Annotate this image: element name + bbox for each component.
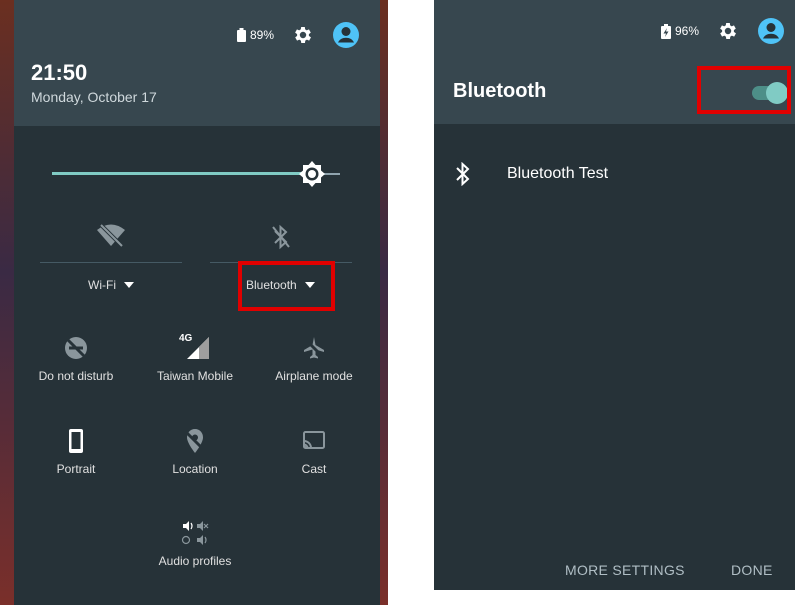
more-settings-button[interactable]: MORE SETTINGS [565,562,685,578]
status-row: 89% [236,0,380,70]
location-label: Location [172,462,218,476]
do-not-disturb-label: Do not disturb [38,369,114,383]
battery-icon [236,28,246,42]
quick-settings-panel: 89% 21:50 Monday, October 17 Wi-Fi Bluet… [14,0,380,605]
wifi-off-icon [97,223,125,248]
bluetooth-panel: 96% Bluetooth Bluetooth Test MORE SETTIN… [434,0,795,590]
status-row: 96% [660,0,795,62]
wifi-dropdown[interactable]: Wi-Fi [88,278,134,292]
chevron-down-icon [123,282,134,288]
gear-icon[interactable] [717,20,739,42]
bluetooth-title: Bluetooth [453,80,547,102]
cast-icon [303,431,325,449]
clock-time: 21:50 [31,60,88,85]
audio-profiles-tile[interactable]: Audio profiles [135,520,255,568]
wifi-tile[interactable] [51,222,171,248]
mobile-data-tile[interactable]: 4G Taiwan Mobile [135,333,255,383]
bluetooth-icon [456,162,470,186]
phone-portrait-icon [69,429,83,453]
audio-profiles-icon [181,521,209,545]
wifi-divider [40,262,182,263]
location-off-icon [183,429,207,453]
toggle-highlight-box [697,66,791,114]
clock-date: Monday, October 17 [31,89,157,105]
bluetooth-tile[interactable] [221,224,341,250]
audio-profiles-label: Audio profiles [158,554,232,568]
wifi-label: Wi-Fi [88,278,116,292]
portrait-tile[interactable]: Portrait [16,428,136,476]
user-avatar-icon[interactable] [332,21,360,49]
notification-header: 89% 21:50 Monday, October 17 [14,0,380,126]
cast-label: Cast [301,462,327,476]
battery-percent: 89% [249,28,274,42]
user-avatar-icon[interactable] [757,17,785,45]
bluetooth-highlight-box [238,261,335,311]
gear-icon[interactable] [292,24,314,46]
brightness-fill [52,172,312,175]
mobile-carrier-label: Taiwan Mobile [156,369,234,383]
bluetooth-device-name: Bluetooth Test [507,165,609,182]
brightness-slider-thumb[interactable] [298,160,326,188]
signal-icon [187,337,209,359]
portrait-label: Portrait [56,462,96,476]
do-not-disturb-icon [64,336,88,360]
battery-charging-icon [660,23,671,39]
done-button[interactable]: DONE [731,562,773,578]
quick-settings-screenshot: 89% 21:50 Monday, October 17 Wi-Fi Bluet… [0,0,388,605]
airplane-mode-label: Airplane mode [275,369,353,383]
do-not-disturb-tile[interactable]: Do not disturb [16,335,136,383]
bluetooth-off-icon [272,224,290,250]
airplane-icon [302,336,326,360]
signal-icon-wrap: 4G [179,333,211,361]
location-tile[interactable]: Location [135,428,255,476]
bluetooth-device-item[interactable]: Bluetooth Test [453,162,608,186]
battery-percent: 96% [674,24,699,38]
airplane-mode-tile[interactable]: Airplane mode [254,335,374,383]
cast-tile[interactable]: Cast [254,428,374,476]
